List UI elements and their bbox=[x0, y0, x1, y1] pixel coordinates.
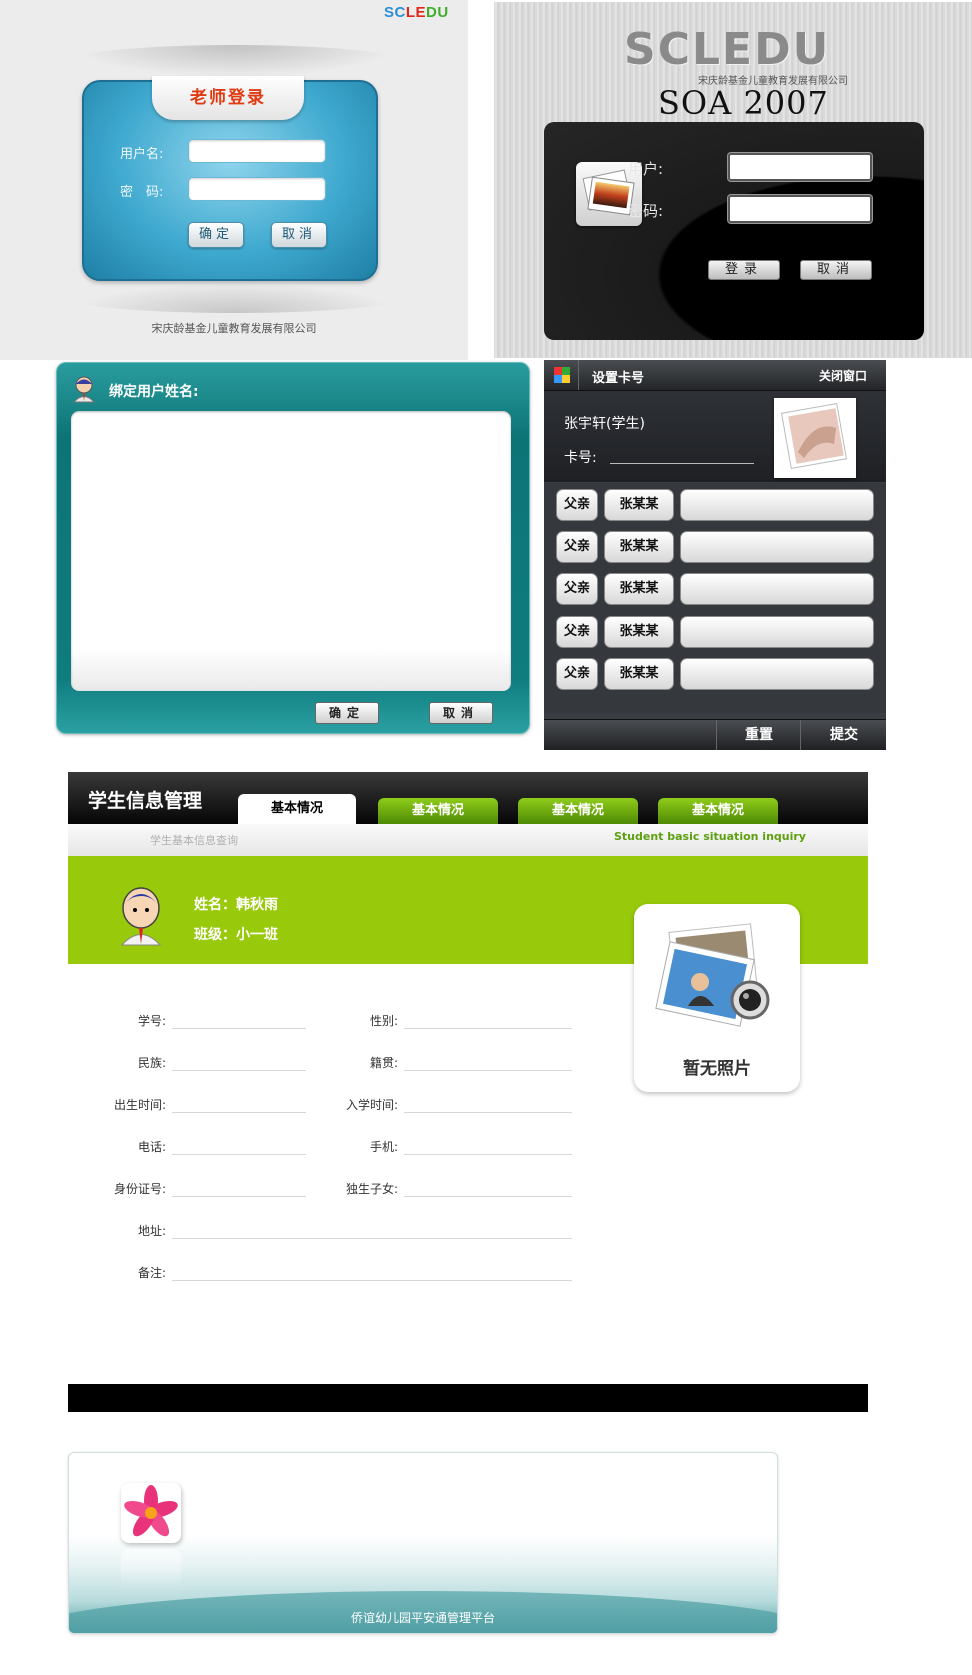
soa-login-panel: SCLEDU 宋庆龄基金儿童教育发展有限公司 SOA 2007 用户: 密码: … bbox=[494, 2, 972, 358]
close-window-link[interactable]: 关闭窗口 bbox=[819, 367, 867, 384]
field-label: 备注: bbox=[137, 1266, 166, 1280]
top-shadow bbox=[70, 45, 400, 77]
password-input[interactable] bbox=[188, 177, 326, 201]
username-label: 用户名: bbox=[120, 147, 164, 162]
user-input[interactable] bbox=[728, 153, 872, 181]
card-input[interactable] bbox=[680, 658, 874, 690]
student-id-field[interactable] bbox=[172, 1028, 306, 1029]
photo-card: 暂无照片 bbox=[634, 904, 800, 1092]
user-label: 用户: bbox=[628, 160, 664, 178]
password-label: 密 码: bbox=[120, 185, 164, 200]
teacher-login-panel: SCLEDU 老师登录 用户名: 密 码: 确定 取消 宋庆龄基金儿童教育发展有… bbox=[0, 0, 468, 360]
enrollment-date-field[interactable] bbox=[404, 1112, 572, 1113]
field-label: 性别: bbox=[369, 1014, 398, 1028]
card-label: 卡号: bbox=[564, 450, 597, 466]
notes-field[interactable] bbox=[172, 1280, 572, 1281]
student-avatar-icon bbox=[118, 882, 164, 950]
cancel-button[interactable]: 取消 bbox=[429, 702, 493, 724]
student-name: 张宇轩(学生) bbox=[564, 416, 645, 432]
relation-label: 父亲 bbox=[556, 616, 598, 648]
confirm-button[interactable]: 确定 bbox=[315, 702, 379, 724]
relation-label: 父亲 bbox=[556, 531, 598, 563]
relation-label: 父亲 bbox=[556, 658, 598, 690]
parent-name: 张某某 bbox=[604, 531, 674, 563]
card-input[interactable] bbox=[680, 489, 874, 521]
subtitle-en: Student basic situation inquiry bbox=[614, 830, 806, 843]
cancel-button[interactable]: 取消 bbox=[271, 222, 327, 248]
password-label: 密码: bbox=[628, 202, 664, 220]
field-label: 学号: bbox=[137, 1014, 166, 1028]
flower-logo bbox=[121, 1483, 181, 1543]
platform-banner: 侨谊幼儿园平安通管理平台 bbox=[68, 1452, 778, 1634]
parent-name: 张某某 bbox=[604, 489, 674, 521]
no-photo-label: 暂无照片 bbox=[683, 1059, 751, 1079]
app-icon bbox=[552, 365, 572, 389]
field-label: 身份证号: bbox=[113, 1182, 166, 1196]
footer-bar bbox=[68, 1384, 868, 1412]
product-title: SOA 2007 bbox=[658, 84, 829, 122]
mobile-field[interactable] bbox=[404, 1154, 572, 1155]
confirm-button[interactable]: 确定 bbox=[188, 222, 244, 248]
native-place-field[interactable] bbox=[404, 1070, 572, 1071]
field-label: 电话: bbox=[137, 1140, 166, 1154]
tab-basic-info[interactable]: 基本情况 bbox=[658, 798, 778, 824]
user-name-textarea[interactable] bbox=[71, 411, 511, 691]
student-info-page: 学生信息管理 基本情况 基本情况 基本情况 基本情况 学生基本信息查询 Stud… bbox=[68, 772, 868, 1412]
parent-name: 张某某 bbox=[604, 573, 674, 605]
card-input[interactable] bbox=[680, 531, 874, 563]
scledu-brand: SCLEDU bbox=[624, 24, 831, 75]
photo-placeholder-icon bbox=[654, 920, 780, 1046]
submit-button[interactable]: 提交 bbox=[800, 720, 887, 750]
card-input[interactable] bbox=[680, 616, 874, 648]
bottom-shadow bbox=[70, 283, 400, 313]
field-label: 独生子女: bbox=[345, 1182, 398, 1196]
field-label: 地址: bbox=[137, 1224, 166, 1238]
ethnicity-field[interactable] bbox=[172, 1070, 306, 1071]
dialog-header: 设置卡号 关闭窗口 bbox=[544, 360, 886, 391]
field-label: 出生时间: bbox=[113, 1098, 166, 1112]
student-info: 张宇轩(学生) 卡号: bbox=[544, 391, 886, 482]
relation-label: 父亲 bbox=[556, 573, 598, 605]
phone-field[interactable] bbox=[172, 1154, 306, 1155]
field-label: 籍贯: bbox=[369, 1056, 398, 1070]
parent-name: 张某某 bbox=[604, 658, 674, 690]
tab-basic-info[interactable]: 基本情况 bbox=[378, 798, 498, 824]
parent-rows: 父亲 张某某 父亲 张某某 父亲 张某某 父亲 张某某 父亲 张某某 bbox=[544, 483, 886, 713]
set-card-dialog: 设置卡号 关闭窗口 张宇轩(学生) 卡号: 父亲 张某某 父亲 张某某 父亲 张… bbox=[544, 360, 886, 750]
parent-name: 张某某 bbox=[604, 616, 674, 648]
card-number-field[interactable] bbox=[610, 463, 754, 464]
platform-caption: 侨谊幼儿园平安通管理平台 bbox=[350, 1611, 495, 1625]
field-label: 手机: bbox=[369, 1140, 398, 1154]
student-name: 姓名：韩秋雨 bbox=[194, 897, 278, 913]
username-input[interactable] bbox=[188, 139, 326, 163]
login-button[interactable]: 登录 bbox=[708, 260, 780, 280]
password-input[interactable] bbox=[728, 195, 872, 223]
reset-button[interactable]: 重置 bbox=[716, 720, 801, 750]
dialog-footer: 重置 提交 bbox=[544, 719, 886, 750]
dialog-title: 绑定用户姓名: bbox=[109, 384, 199, 400]
login-title: 老师登录 bbox=[152, 76, 304, 120]
scledu-logo: SCLEDU bbox=[384, 4, 449, 21]
subtitle-cn: 学生基本信息查询 bbox=[150, 834, 238, 847]
student-photo bbox=[774, 398, 856, 478]
card-input[interactable] bbox=[680, 573, 874, 605]
flower-reflection bbox=[121, 1549, 181, 1589]
user-avatar-icon bbox=[71, 375, 97, 407]
only-child-field[interactable] bbox=[404, 1196, 572, 1197]
app-title: 学生信息管理 bbox=[88, 790, 203, 812]
birth-date-field[interactable] bbox=[172, 1112, 306, 1113]
id-number-field[interactable] bbox=[172, 1196, 306, 1197]
dialog-title: 设置卡号 bbox=[592, 371, 645, 386]
gender-field[interactable] bbox=[404, 1028, 572, 1029]
address-field[interactable] bbox=[172, 1238, 572, 1239]
field-label: 入学时间: bbox=[345, 1098, 398, 1112]
bind-user-dialog: 绑定用户姓名: 确定 取消 bbox=[56, 362, 530, 734]
tab-basic-info-active[interactable]: 基本情况 bbox=[238, 794, 356, 824]
relation-label: 父亲 bbox=[556, 489, 598, 521]
student-class: 班级：小一班 bbox=[194, 927, 278, 943]
cancel-button[interactable]: 取消 bbox=[800, 260, 872, 280]
tab-basic-info[interactable]: 基本情况 bbox=[518, 798, 638, 824]
field-label: 民族: bbox=[137, 1056, 166, 1070]
company-name: 宋庆龄基金儿童教育发展有限公司 bbox=[151, 322, 317, 335]
